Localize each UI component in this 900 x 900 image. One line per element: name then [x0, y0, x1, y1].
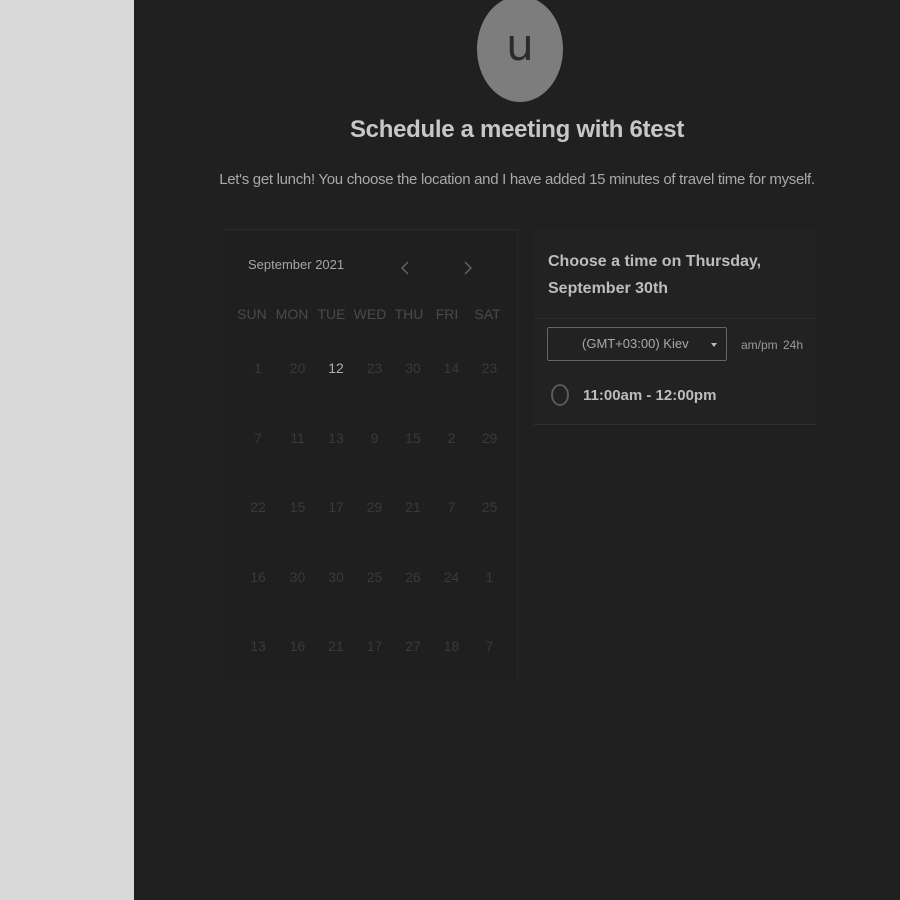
page-title: Schedule a meeting with 6test — [349, 116, 685, 143]
weekday-label: SUN — [237, 306, 267, 322]
calendar-day: 11 — [290, 429, 305, 446]
caret-down-icon — [711, 343, 717, 347]
chevron-left-icon — [401, 261, 409, 275]
calendar-day: 1 — [254, 360, 262, 376]
weekday-header: SUN MON TUE WED THU FRI SAT — [233, 306, 509, 322]
calendar-day: 29 — [481, 429, 498, 446]
weekday-label: WED — [353, 306, 387, 322]
calendar-day: 16 — [250, 568, 266, 585]
calendar-grid: 1 20 12 23 30 14 23 7 11 13 9 15 2 29 22… — [238, 350, 508, 698]
calendar-week-row: 22 15 17 29 21 7 25 — [238, 489, 508, 559]
weekday-label: THU — [394, 306, 424, 322]
calendar-day: 7 — [485, 638, 494, 654]
calendar-day: 30 — [328, 568, 344, 585]
next-month-button[interactable] — [461, 258, 475, 278]
calendar-day: 30 — [405, 360, 421, 376]
weekday-label: SAT — [474, 306, 501, 322]
calendar-week-row: 1 20 12 23 30 14 23 — [238, 350, 508, 420]
calendar-day: 23 — [366, 360, 383, 376]
time-slots-panel: Choose a time on Thursday, September 30t… — [534, 230, 816, 425]
calendar-day: 17 — [366, 638, 383, 654]
calendar-week-row: 13 16 21 17 27 18 7 — [238, 628, 508, 698]
calendar-day: 21 — [328, 638, 344, 654]
calendar-day-available[interactable]: 12 — [317, 350, 355, 376]
calendar-day: 26 — [405, 568, 421, 585]
calendar-day: 21 — [405, 499, 421, 515]
calendar-day: 14 — [443, 360, 460, 376]
calendar-day: 2 — [447, 429, 456, 446]
calendar-day: 15 — [289, 499, 306, 515]
24h-format-toggle[interactable]: 24h — [783, 338, 803, 352]
calendar-month-label: September 2021 — [248, 257, 345, 272]
calendar-day: 25 — [366, 568, 383, 585]
chevron-right-icon — [464, 261, 472, 275]
time-slot-label: 11:00am - 12:00pm — [583, 386, 717, 404]
calendar-day: 9 — [370, 429, 379, 446]
calendar-day: 30 — [289, 568, 306, 585]
calendar-day: 23 — [481, 360, 498, 376]
page-subtitle: Let's get lunch! You choose the location… — [219, 171, 815, 188]
calendar-day: 20 — [289, 360, 306, 376]
calendar: September 2021 SUN MON TUE WED THU FRI S… — [225, 229, 518, 682]
calendar-day: 18 — [443, 638, 460, 654]
calendar-day: 25 — [481, 499, 498, 515]
ampm-format-toggle[interactable]: am/pm — [741, 338, 778, 352]
weekday-label: FRI — [435, 306, 459, 322]
avatar-initial: u — [506, 19, 534, 71]
calendar-day: 13 — [250, 638, 266, 654]
calendar-day: 7 — [447, 499, 456, 515]
divider — [534, 318, 816, 319]
previous-month-button[interactable] — [398, 258, 412, 278]
calendar-day: 1 — [485, 568, 494, 585]
calendar-day: 17 — [328, 499, 344, 515]
calendar-day: 15 — [405, 429, 421, 446]
calendar-day: 13 — [328, 429, 344, 446]
calendar-day: 29 — [366, 499, 383, 515]
calendar-day: 7 — [254, 429, 262, 446]
calendar-week-row: 7 11 13 9 15 2 29 — [238, 420, 508, 490]
timezone-value: (GMT+03:00) Kiev — [582, 336, 689, 351]
weekday-label: TUE — [317, 306, 346, 322]
left-strip — [0, 0, 134, 900]
calendar-week-row: 16 30 30 25 26 24 1 — [238, 559, 508, 629]
time-slot-option[interactable]: 11:00am - 12:00pm — [551, 384, 716, 406]
weekday-label: MON — [275, 306, 309, 322]
calendar-day: 16 — [289, 638, 306, 654]
calendar-day: 24 — [443, 568, 460, 585]
calendar-day: 27 — [405, 638, 421, 654]
timezone-select[interactable]: (GMT+03:00) Kiev — [547, 327, 727, 361]
time-slots-header: Choose a time on Thursday, September 30t… — [548, 253, 762, 297]
radio-button[interactable] — [551, 384, 569, 406]
calendar-day: 22 — [250, 499, 266, 515]
avatar: u — [477, 0, 563, 102]
